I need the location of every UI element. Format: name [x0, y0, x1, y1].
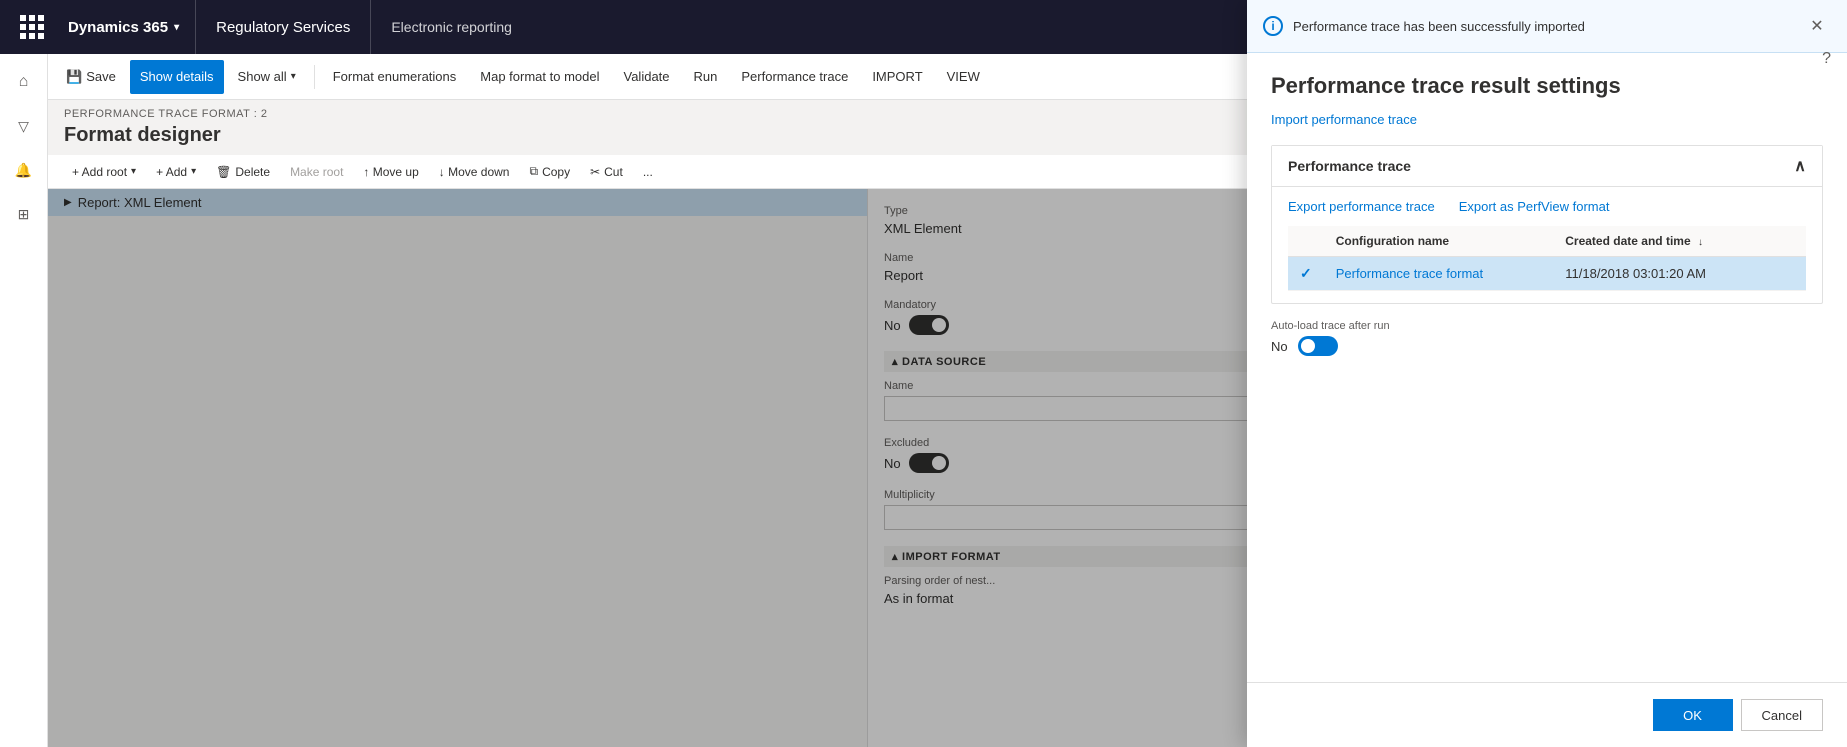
apps-button[interactable] [12, 7, 52, 47]
performance-trace-section: Performance trace ∧ Export performance t… [1271, 145, 1823, 304]
section-title: Performance trace [1288, 158, 1411, 174]
apps-grid-icon [20, 15, 44, 39]
info-icon: i [1263, 16, 1283, 36]
delete-icon: 🗑 [216, 165, 231, 179]
export-perfview-link[interactable]: Export as PerfView format [1459, 199, 1610, 214]
filter-icon: ▽ [18, 118, 29, 135]
show-all-button[interactable]: Show all ▾ [228, 60, 306, 94]
row-actions [1774, 257, 1806, 291]
panel-title: Performance trace result settings [1247, 53, 1847, 111]
auto-load-info: Auto-load trace after run No [1271, 320, 1390, 356]
move-down-button[interactable]: ↓ Move down [431, 161, 518, 183]
ok-button[interactable]: OK [1653, 699, 1733, 731]
chevron-down-icon: ▾ [191, 166, 196, 177]
panel-footer: OK Cancel [1247, 682, 1847, 747]
help-button[interactable]: ? [1822, 50, 1831, 68]
sidebar-item-alerts[interactable]: 🔔 [4, 150, 44, 190]
save-button[interactable]: 💾 Save [56, 60, 126, 94]
sidebar-item-filter[interactable]: ▽ [4, 106, 44, 146]
save-icon: 💾 [66, 69, 82, 85]
format-enumerations-button[interactable]: Format enumerations [323, 60, 467, 94]
performance-trace-table: Configuration name Created date and time… [1288, 226, 1806, 291]
section-body: Export performance trace Export as PerfV… [1272, 187, 1822, 303]
import-link-container: Import performance trace [1247, 111, 1847, 145]
electronic-nav: Electronic reporting [371, 0, 532, 54]
auto-load-toggle[interactable] [1298, 336, 1338, 356]
auto-load-section: Auto-load trace after run No [1247, 304, 1847, 372]
export-links-row: Export performance trace Export as PerfV… [1288, 199, 1806, 214]
th-created-datetime[interactable]: Created date and time ↓ [1553, 226, 1774, 257]
bell-icon: 🔔 [15, 162, 32, 179]
sidebar-item-workspace[interactable]: ⊞ [4, 194, 44, 234]
separator-1 [314, 65, 315, 89]
regulatory-nav[interactable]: Regulatory Services [196, 0, 371, 54]
import-button[interactable]: IMPORT [862, 60, 932, 94]
grid-icon: ⊞ [18, 206, 30, 223]
cut-button[interactable]: ✂ Cut [582, 161, 631, 183]
add-button[interactable]: + Add ▾ [148, 161, 204, 183]
table-row[interactable]: ✓ Performance trace format 11/18/2018 03… [1288, 257, 1806, 291]
th-config-name[interactable]: Configuration name [1324, 226, 1554, 257]
d365-label: Dynamics 365 [68, 19, 168, 36]
panel-close-button[interactable]: ✕ [1803, 12, 1831, 40]
table-header-row: Configuration name Created date and time… [1288, 226, 1806, 257]
home-icon: ⌂ [19, 73, 29, 91]
collapse-icon: ∧ [1794, 156, 1806, 176]
d365-nav[interactable]: Dynamics 365 ▾ [52, 0, 196, 54]
copy-button[interactable]: ⧉ Copy [521, 160, 578, 183]
add-root-button[interactable]: + Add root ▾ [64, 161, 144, 183]
cancel-button[interactable]: Cancel [1741, 699, 1823, 731]
more-button[interactable]: ... [635, 161, 661, 183]
view-button[interactable]: VIEW [937, 60, 990, 94]
run-button[interactable]: Run [684, 60, 728, 94]
performance-trace-panel: i Performance trace has been successfull… [1247, 0, 1847, 747]
left-sidebar: ⌂ ▽ 🔔 ⊞ [0, 54, 48, 747]
checkmark-icon: ✓ [1300, 265, 1312, 281]
chevron-down-icon: ▾ [174, 22, 179, 33]
make-root-button: Make root [282, 161, 351, 183]
export-performance-trace-link[interactable]: Export performance trace [1288, 199, 1435, 214]
regulatory-label: Regulatory Services [216, 19, 350, 36]
delete-button[interactable]: 🗑 Delete [208, 161, 278, 183]
sort-arrow: ↓ [1698, 237, 1703, 248]
validate-button[interactable]: Validate [614, 60, 680, 94]
copy-icon: ⧉ [529, 164, 538, 179]
import-performance-trace-link[interactable]: Import performance trace [1271, 112, 1417, 127]
electronic-label: Electronic reporting [391, 19, 512, 35]
sidebar-item-home[interactable]: ⌂ [4, 62, 44, 102]
row-config-name[interactable]: Performance trace format [1324, 257, 1554, 291]
row-created-datetime: 11/18/2018 03:01:20 AM [1553, 257, 1774, 291]
th-check [1288, 226, 1324, 257]
section-header[interactable]: Performance trace ∧ [1272, 146, 1822, 187]
row-check[interactable]: ✓ [1288, 257, 1324, 291]
panel-notification: i Performance trace has been successfull… [1247, 0, 1847, 53]
show-details-button[interactable]: Show details [130, 60, 224, 94]
performance-trace-button[interactable]: Performance trace [731, 60, 858, 94]
chevron-down-icon: ▾ [131, 166, 136, 177]
notification-text: Performance trace has been successfully … [1293, 19, 1585, 34]
move-up-button[interactable]: ↑ Move up [355, 161, 426, 183]
th-empty [1774, 226, 1806, 257]
chevron-down-icon: ▾ [291, 71, 296, 82]
map-format-to-model-button[interactable]: Map format to model [470, 60, 609, 94]
cut-icon: ✂ [590, 165, 600, 179]
